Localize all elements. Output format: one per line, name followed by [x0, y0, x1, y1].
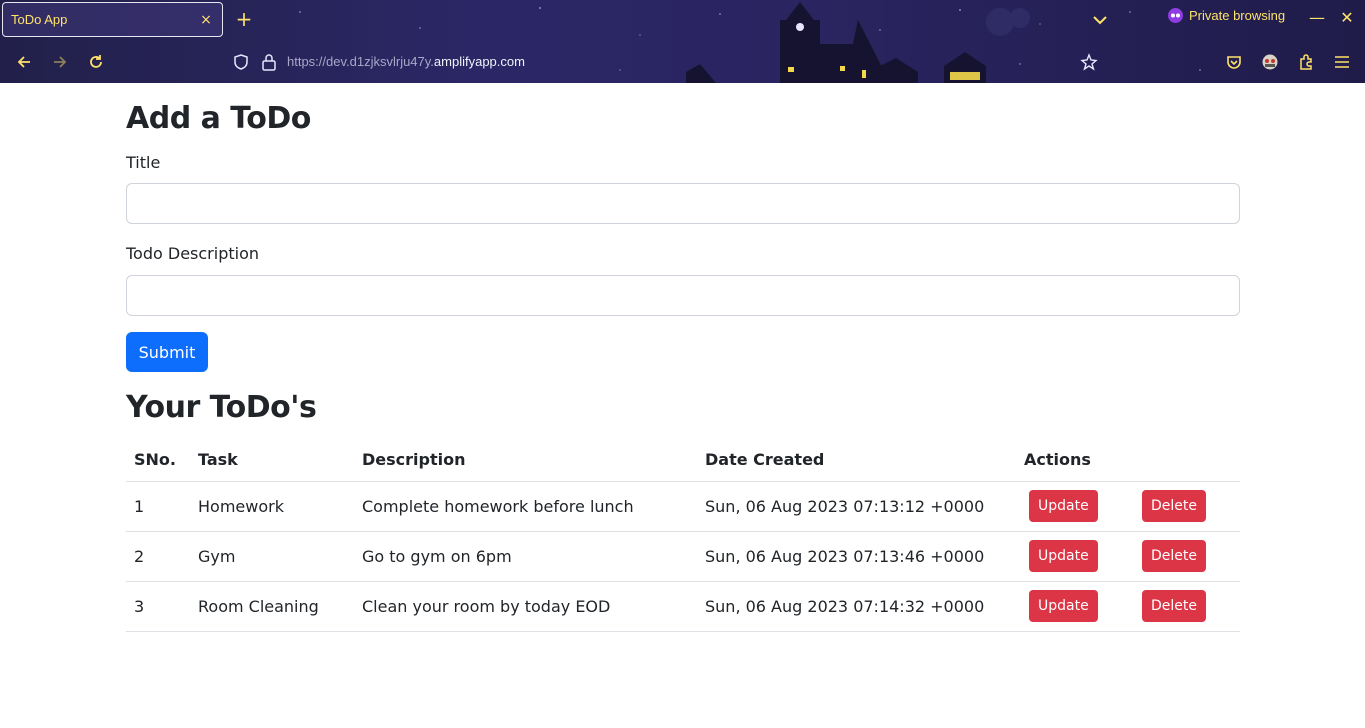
update-button[interactable]: Update: [1029, 590, 1098, 622]
column-header-sno: SNo.: [126, 438, 190, 482]
submit-button[interactable]: Submit: [126, 332, 208, 372]
cell-description: Go to gym on 6pm: [354, 530, 697, 581]
delete-button[interactable]: Delete: [1142, 490, 1206, 522]
cell-date: Sun, 06 Aug 2023 07:13:12 +0000: [697, 480, 1016, 531]
cell-task: Gym: [190, 530, 354, 581]
cell-sno: 1: [126, 480, 190, 531]
back-button[interactable]: [14, 52, 34, 72]
column-header-actions: Actions: [1016, 438, 1128, 482]
extension-avatar-icon[interactable]: [1261, 53, 1279, 71]
tab-list-chevron-icon[interactable]: [1090, 10, 1110, 30]
update-button[interactable]: Update: [1029, 540, 1098, 572]
todo-list-heading: Your ToDo's: [126, 390, 317, 425]
tab-close-icon[interactable]: ×: [198, 12, 214, 28]
reload-icon: [90, 55, 102, 68]
private-browsing-indicator: Private browsing: [1168, 8, 1285, 23]
title-input[interactable]: [126, 183, 1240, 224]
minimize-button[interactable]: —: [1308, 8, 1326, 30]
browser-chrome: ToDo App × + Private browsing — ✕ https:…: [0, 0, 1365, 83]
cell-delete: Delete: [1128, 530, 1240, 581]
table-row: 1 Homework Complete homework before lunc…: [126, 480, 1240, 531]
pocket-icon[interactable]: [1225, 53, 1243, 71]
lock-icon[interactable]: [261, 53, 277, 71]
window-close-button[interactable]: ✕: [1338, 8, 1356, 30]
cell-delete: Delete: [1128, 580, 1240, 632]
url-scheme: https://dev.d1zjksvlrju47y.: [287, 54, 434, 69]
back-arrow-icon: [17, 56, 30, 68]
column-header-description: Description: [354, 438, 697, 482]
cell-sno: 3: [126, 580, 190, 632]
update-button[interactable]: Update: [1029, 490, 1098, 522]
cell-description: Complete homework before lunch: [354, 480, 697, 531]
cell-update: Update: [1016, 530, 1128, 581]
title-label: Title: [126, 153, 161, 172]
url-host: amplifyapp.com: [433, 54, 525, 69]
column-header-spacer: [1128, 438, 1240, 481]
extensions-puzzle-icon[interactable]: [1297, 53, 1315, 71]
menu-icon[interactable]: [1333, 53, 1351, 71]
add-todo-heading: Add a ToDo: [126, 101, 311, 136]
description-label: Todo Description: [126, 244, 259, 263]
reload-button[interactable]: [86, 52, 106, 72]
private-mask-icon: [1168, 8, 1183, 23]
cell-update: Update: [1016, 580, 1128, 632]
delete-button[interactable]: Delete: [1142, 590, 1206, 622]
todo-table: SNo. Task Description Date Created Actio…: [126, 438, 1240, 632]
private-browsing-label: Private browsing: [1189, 8, 1286, 23]
delete-button[interactable]: Delete: [1142, 540, 1206, 572]
cell-task: Room Cleaning: [190, 580, 354, 632]
table-row: 2 Gym Go to gym on 6pm Sun, 06 Aug 2023 …: [126, 530, 1240, 581]
cell-update: Update: [1016, 480, 1128, 531]
column-header-date: Date Created: [697, 438, 1016, 482]
shield-icon[interactable]: [232, 53, 250, 71]
active-tab[interactable]: ToDo App ×: [2, 2, 223, 37]
description-input[interactable]: [126, 275, 1240, 316]
cell-date: Sun, 06 Aug 2023 07:14:32 +0000: [697, 580, 1016, 632]
forward-arrow-icon: [54, 56, 67, 68]
cell-sno: 2: [126, 530, 190, 581]
cell-date: Sun, 06 Aug 2023 07:13:46 +0000: [697, 530, 1016, 581]
address-bar[interactable]: https://dev.d1zjksvlrju47y.amplifyapp.co…: [287, 54, 525, 69]
table-header-row: SNo. Task Description Date Created Actio…: [126, 438, 1240, 482]
forward-button[interactable]: [50, 52, 70, 72]
cell-description: Clean your room by today EOD: [354, 580, 697, 632]
cell-task: Homework: [190, 480, 354, 531]
new-tab-button[interactable]: +: [233, 8, 255, 30]
cell-delete: Delete: [1128, 480, 1240, 531]
column-header-task: Task: [190, 438, 354, 482]
table-row: 3 Room Cleaning Clean your room by today…: [126, 580, 1240, 632]
bookmark-star-icon[interactable]: [1080, 53, 1098, 71]
tab-title: ToDo App: [11, 12, 68, 27]
